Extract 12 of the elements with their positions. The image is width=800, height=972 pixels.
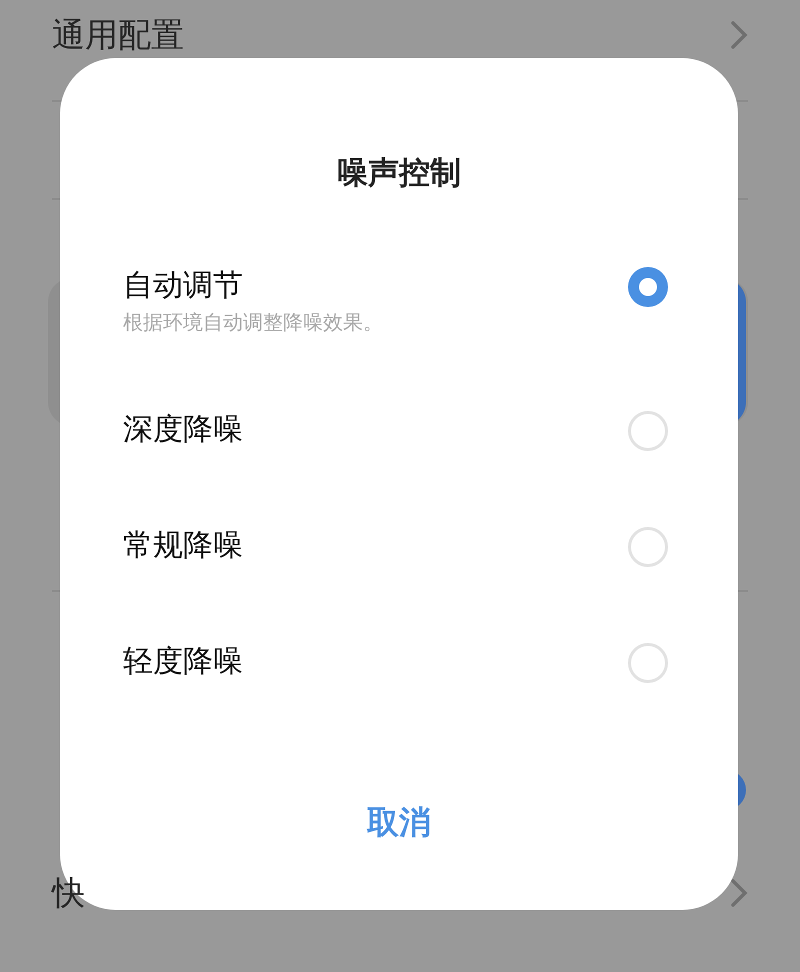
option-label[interactable]: 常规降噪	[123, 526, 243, 566]
radio-button[interactable]	[628, 527, 668, 567]
option-label[interactable]: 轻度降噪	[123, 642, 243, 682]
radio-button[interactable]	[628, 267, 668, 307]
radio-button[interactable]	[628, 643, 668, 683]
settings-item-label: 通用配置	[52, 14, 184, 56]
option-label[interactable]: 深度降噪	[123, 410, 243, 450]
option-label[interactable]: 自动调节	[123, 266, 383, 306]
radio-button[interactable]	[628, 411, 668, 451]
option-description: 根据环境自动调整降噪效果。	[123, 309, 383, 336]
settings-item-label: 快	[52, 872, 85, 914]
dialog-title: 噪声控制	[337, 154, 461, 192]
